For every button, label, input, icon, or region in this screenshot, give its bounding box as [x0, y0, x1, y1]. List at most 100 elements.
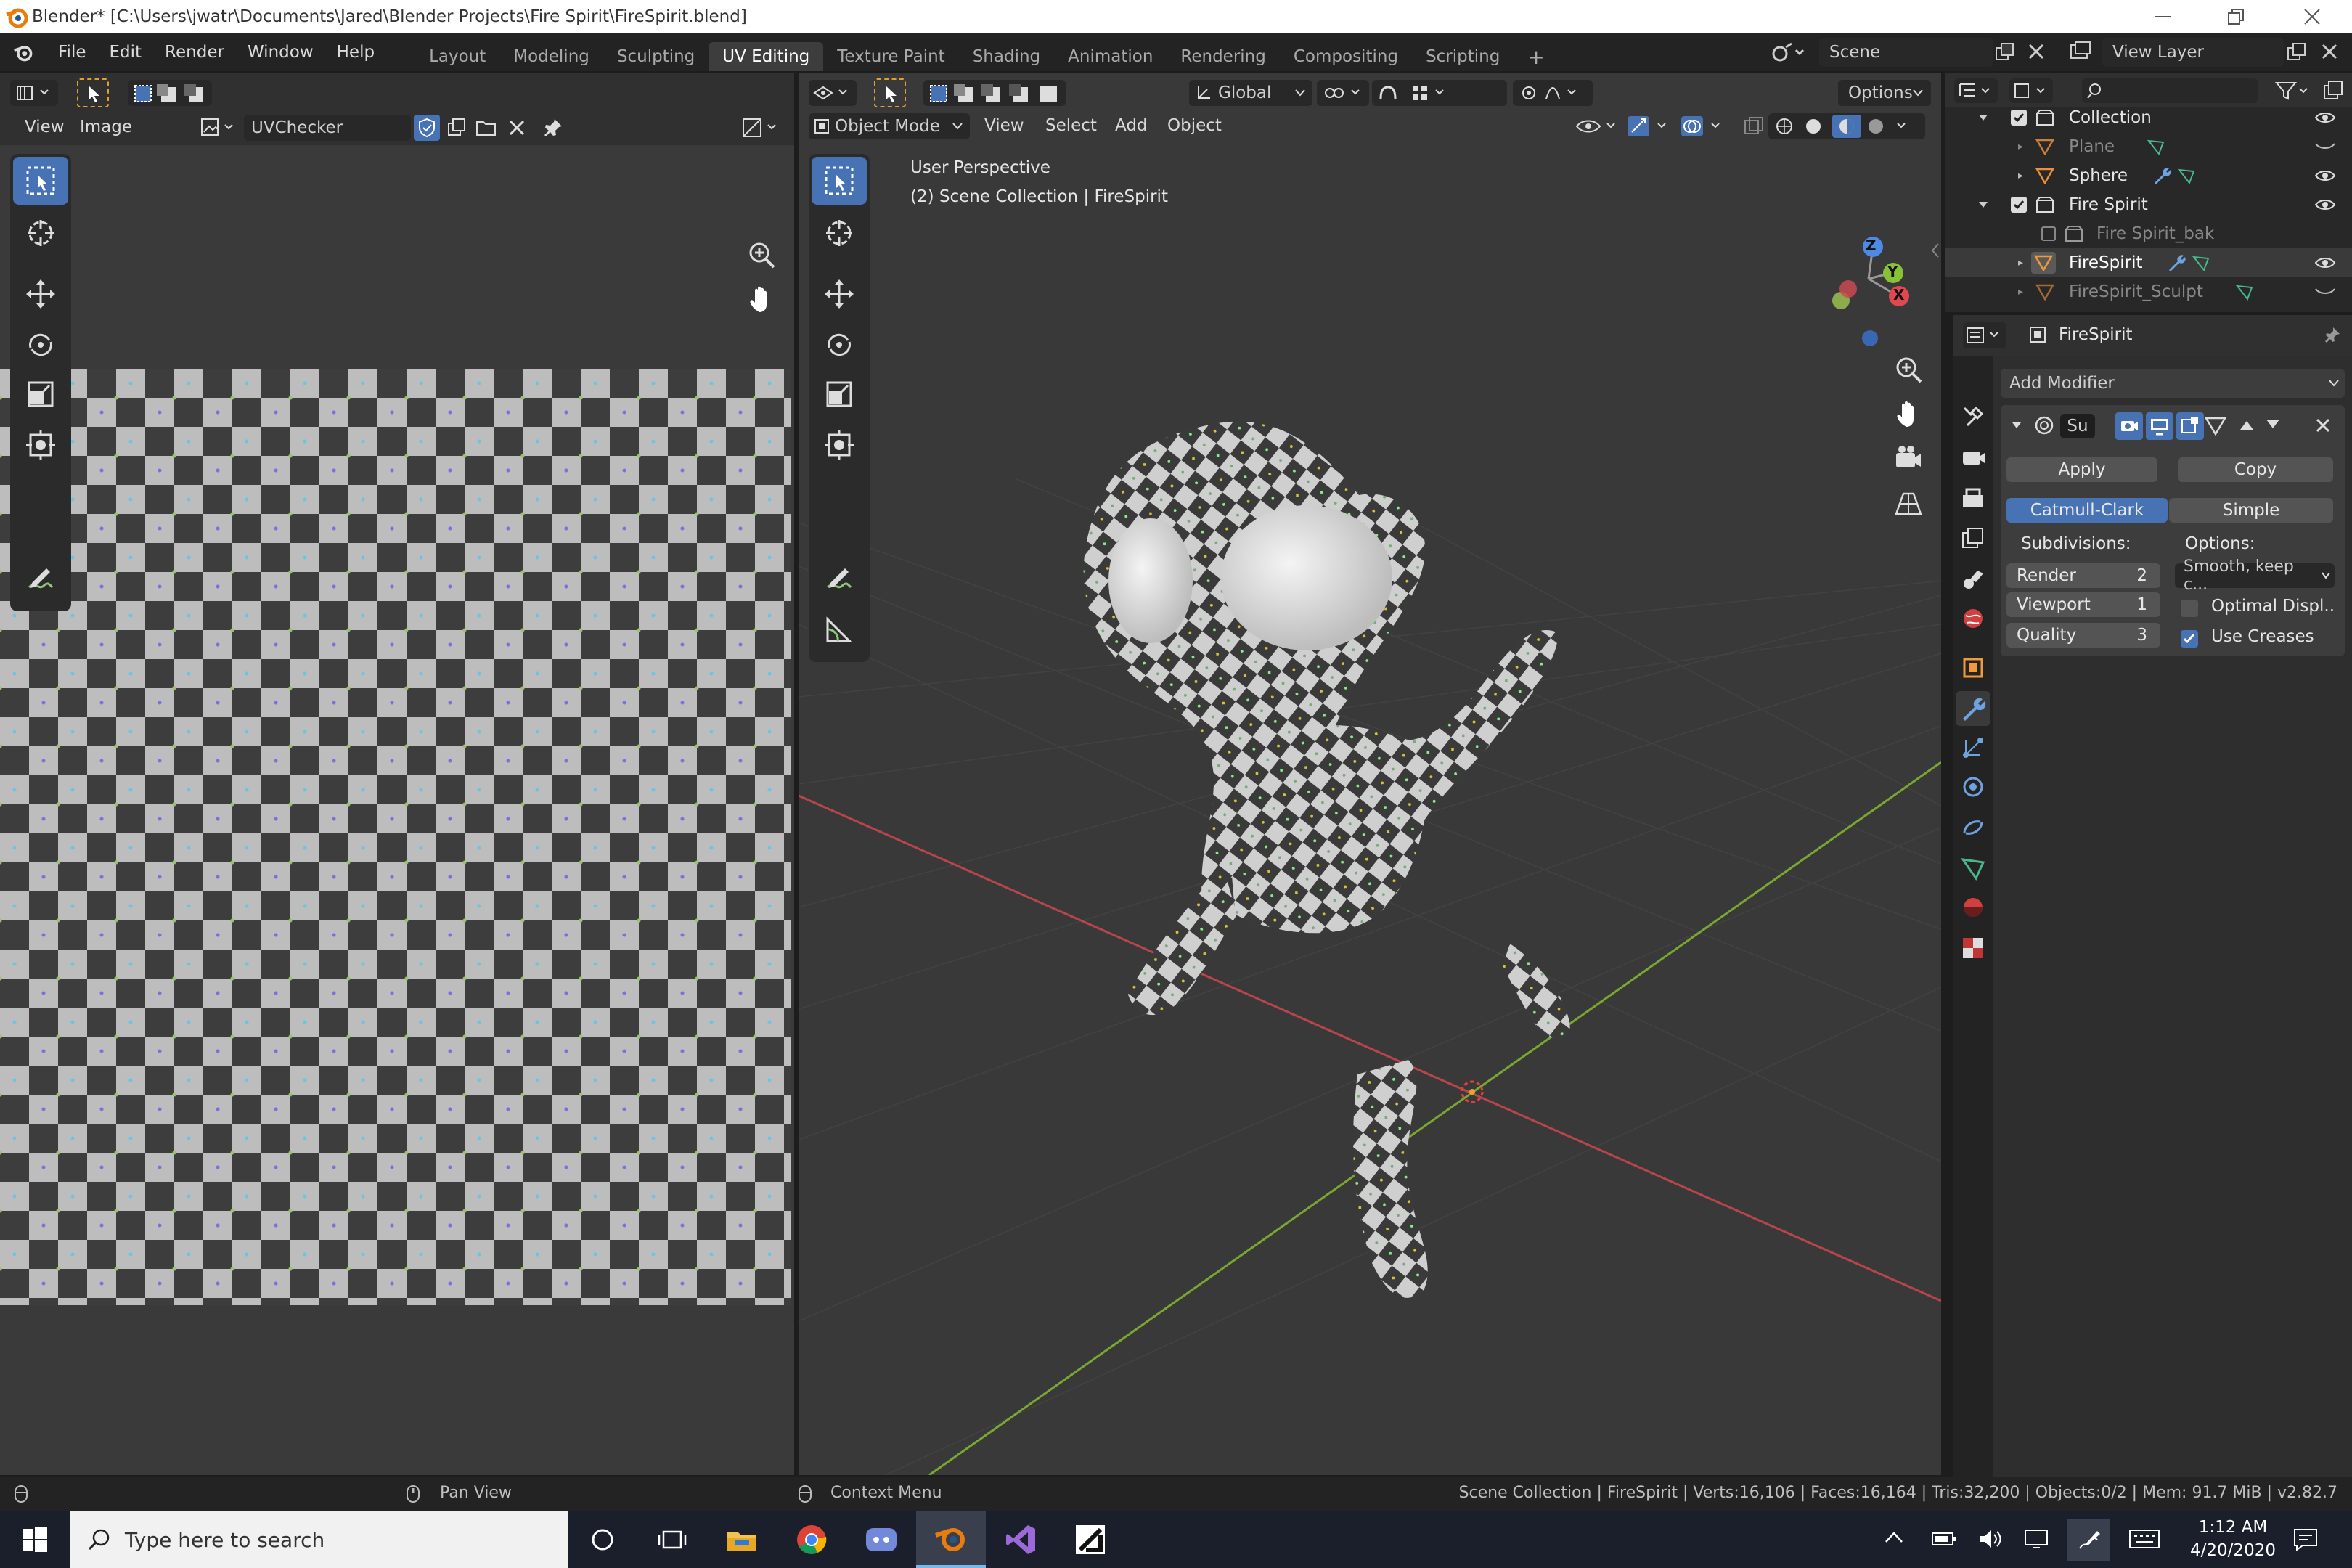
- notifications-icon[interactable]: [2292, 1527, 2319, 1552]
- outliner-row-plane[interactable]: ▸ Plane: [1945, 132, 2352, 161]
- viewport-options-dropdown[interactable]: Options: [1838, 80, 1931, 106]
- blender-taskbar-icon[interactable]: [916, 1511, 986, 1568]
- snapping-icon[interactable]: [1372, 80, 1507, 106]
- uv-checker-image[interactable]: [0, 369, 791, 1305]
- expand-arrow-icon[interactable]: ▸: [2018, 170, 2023, 181]
- minimize-window-button[interactable]: [2127, 0, 2200, 33]
- windows-start-icon[interactable]: [0, 1511, 70, 1568]
- image-name-field[interactable]: UVChecker: [244, 115, 411, 141]
- object-mode-dropdown[interactable]: Object Mode: [809, 113, 970, 139]
- eye-closed-icon[interactable]: [2314, 139, 2336, 154]
- discord-icon[interactable]: [846, 1511, 916, 1568]
- fake-user-shield-icon[interactable]: [414, 115, 440, 141]
- tab-layout[interactable]: Layout: [415, 42, 499, 71]
- outliner-editor-type-icon[interactable]: [1954, 78, 1998, 103]
- viewport-transform-tool-icon[interactable]: [812, 421, 867, 469]
- selection-modes-group[interactable]: [128, 80, 212, 106]
- volume-icon[interactable]: [1977, 1527, 2004, 1551]
- render-toggle-camera-icon[interactable]: [2115, 412, 2143, 440]
- outliner[interactable]: Collection ▸ Plane ▸ Sphere Fire Spirit: [1945, 73, 2352, 312]
- checkbox-checked-icon[interactable]: [2011, 197, 2027, 213]
- properties-editor[interactable]: FireSpirit Add Modifier Su Apply Copy Ca…: [1953, 315, 2352, 1477]
- uv-menu-image[interactable]: Image: [80, 118, 132, 136]
- on-cage-triangle-icon[interactable]: [2204, 414, 2227, 437]
- network-icon[interactable]: [2024, 1527, 2050, 1551]
- viewport-menu-view[interactable]: View: [984, 116, 1024, 135]
- checkbox-checked-icon[interactable]: [2011, 110, 2027, 126]
- quality-field[interactable]: Quality 3: [2006, 623, 2160, 648]
- scale-tool-icon[interactable]: [13, 370, 68, 418]
- properties-editor-type-icon[interactable]: [1963, 322, 2006, 348]
- pan-view-hand-icon[interactable]: [745, 283, 778, 317]
- viewport-cursor-tool-icon[interactable]: [812, 209, 867, 257]
- display-mode-icon[interactable]: [2009, 78, 2053, 103]
- menu-render[interactable]: Render: [153, 33, 236, 71]
- xray-toggle-icon[interactable]: [1741, 113, 1767, 139]
- file-explorer-icon[interactable]: [707, 1511, 777, 1568]
- pin-icon[interactable]: [2322, 325, 2342, 346]
- editor-type-3d-icon[interactable]: [809, 80, 857, 106]
- outliner-row-firespirit-sculpt[interactable]: ▸ FireSpirit_Sculpt: [1945, 277, 2352, 306]
- viewport-select-mode-icon[interactable]: [874, 78, 906, 107]
- tab-output-icon[interactable]: [1960, 485, 1986, 511]
- measure-tool-icon[interactable]: [812, 605, 867, 653]
- tab-physics-icon[interactable]: [1960, 774, 1986, 800]
- chrome-icon[interactable]: [777, 1511, 846, 1568]
- add-modifier-dropdown[interactable]: Add Modifier: [2001, 369, 2345, 398]
- copy-button[interactable]: Copy: [2178, 457, 2333, 482]
- tab-scene-icon[interactable]: [1960, 566, 1986, 592]
- blender-menu-icon[interactable]: [0, 41, 46, 63]
- expand-arrow-icon[interactable]: ▸: [2018, 286, 2023, 298]
- tab-rendering[interactable]: Rendering: [1167, 42, 1279, 71]
- unlink-image-icon[interactable]: [504, 115, 530, 141]
- pen-workspace-icon[interactable]: [2067, 1519, 2110, 1561]
- tab-modifiers-wrench-icon[interactable]: [1956, 691, 1990, 726]
- cortana-circle-icon[interactable]: [568, 1511, 637, 1568]
- overlays-toggle-icon[interactable]: [1678, 113, 1729, 139]
- scene-name-field[interactable]: Scene: [1819, 38, 1993, 67]
- transform-tool-icon[interactable]: [13, 421, 68, 469]
- camera-view-icon[interactable]: [1892, 441, 1925, 475]
- new-scene-icon[interactable]: [1995, 42, 2017, 64]
- tab-constraints-icon[interactable]: [1960, 814, 1986, 841]
- view-layer-field[interactable]: View Layer: [2102, 38, 2284, 67]
- menu-edit[interactable]: Edit: [98, 33, 154, 71]
- simple-button[interactable]: Simple: [2169, 498, 2333, 523]
- select-box-tool-icon[interactable]: [13, 157, 68, 205]
- shading-modes-group[interactable]: [1768, 113, 1925, 139]
- transform-orientation-dropdown[interactable]: Global: [1189, 80, 1312, 106]
- menu-window[interactable]: Window: [236, 33, 325, 71]
- remove-modifier-close-icon[interactable]: [2314, 417, 2332, 434]
- expand-arrow-icon[interactable]: ▸: [2018, 257, 2023, 269]
- outliner-row-fire-spirit[interactable]: Fire Spirit: [1945, 190, 2352, 219]
- viewport-rotate-tool-icon[interactable]: [812, 321, 867, 369]
- touch-keyboard-icon[interactable]: [2128, 1527, 2160, 1551]
- annotate-tool-icon[interactable]: [13, 555, 68, 603]
- collapse-arrow-icon[interactable]: [2011, 420, 2022, 431]
- battery-icon[interactable]: [1931, 1527, 1957, 1551]
- view-layer-icon[interactable]: [2069, 41, 2095, 64]
- image-browse-icon[interactable]: [197, 115, 241, 141]
- uv-smooth-dropdown[interactable]: Smooth, keep c...: [2175, 558, 2335, 594]
- collapse-arrow-icon[interactable]: [1977, 112, 1989, 123]
- viewport-scale-tool-icon[interactable]: [812, 370, 867, 418]
- eye-icon[interactable]: [2314, 256, 2336, 270]
- eye-icon[interactable]: [2314, 197, 2336, 212]
- delete-scene-icon[interactable]: [2027, 42, 2049, 64]
- modifier-name-field[interactable]: Su: [2060, 414, 2095, 438]
- rotate-tool-icon[interactable]: [13, 321, 68, 369]
- viewport-annotate-tool-icon[interactable]: [812, 555, 867, 603]
- catmull-clark-button[interactable]: Catmull-Clark: [2006, 498, 2168, 523]
- unity-app-icon[interactable]: [1055, 1511, 1125, 1568]
- move-up-arrow-icon[interactable]: [2239, 418, 2255, 431]
- outliner-search-input[interactable]: [2082, 78, 2258, 103]
- tab-tool-icon[interactable]: [1960, 404, 1986, 430]
- viewport-move-tool-icon[interactable]: [812, 270, 867, 318]
- select-mode-icon[interactable]: [77, 78, 109, 107]
- tray-chevron-up-icon[interactable]: [1883, 1529, 1905, 1546]
- outliner-row-collection[interactable]: Collection: [1945, 103, 2352, 132]
- new-image-icon[interactable]: [444, 115, 470, 141]
- move-tool-icon[interactable]: [13, 270, 68, 318]
- tab-texture-paint[interactable]: Texture Paint: [823, 42, 958, 71]
- taskbar-search-box[interactable]: Type here to search: [70, 1511, 568, 1568]
